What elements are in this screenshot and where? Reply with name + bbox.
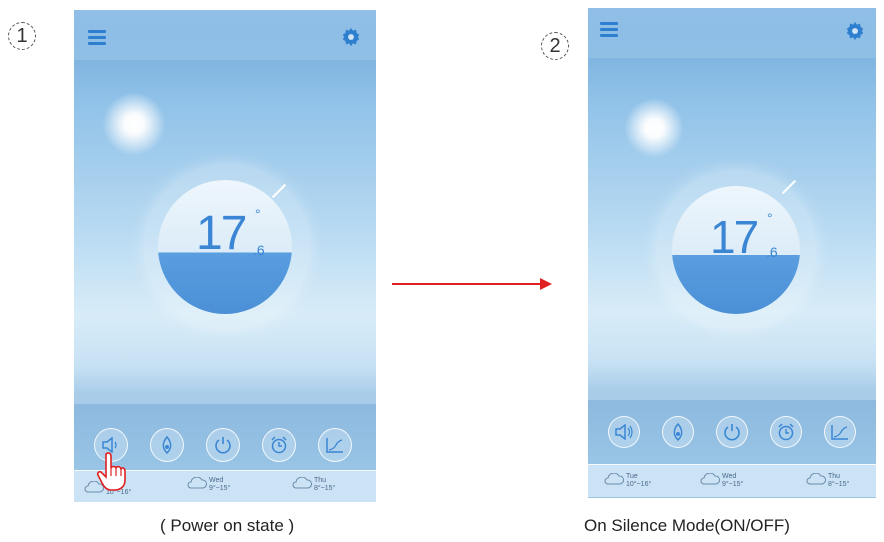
timer-button[interactable] [262, 428, 296, 462]
sun-glow [102, 92, 166, 156]
temperature-value: 17 [710, 211, 759, 263]
silence-icon [102, 437, 117, 453]
alarm-clock-icon [271, 436, 287, 454]
temperature-decimal: .6 [766, 244, 778, 260]
step-number-2: 2 [541, 32, 569, 60]
transition-arrow [392, 283, 540, 285]
fan-button[interactable] [150, 428, 184, 462]
cloud-icon [806, 473, 826, 485]
forecast-wednesday: Wed 9°~15° [700, 473, 744, 489]
forecast-wednesday: Wed 9°~15° [187, 477, 231, 493]
arrow-head [540, 278, 552, 290]
phone-screen-power-on: 17 ° .6 Tue [74, 10, 376, 502]
cloud-icon [187, 477, 207, 489]
power-icon [215, 437, 231, 454]
temperature-decimal: .6 [253, 242, 265, 258]
cloud-icon [700, 473, 720, 485]
forecast-range: 10°~16° [626, 481, 652, 488]
forecast-day: Tue [626, 473, 638, 480]
temperature-degree: ° [767, 210, 773, 226]
caption-power-on: ( Power on state ) [160, 516, 295, 535]
forecast-day: Thu [314, 477, 327, 484]
gear-icon[interactable] [844, 20, 866, 42]
top-bar [588, 8, 876, 58]
cloud-icon [292, 477, 312, 489]
silence-icon [615, 424, 633, 440]
temperature-value: 17 [196, 207, 247, 260]
fan-icon [162, 436, 172, 454]
curve-button[interactable] [318, 428, 352, 462]
top-bar [74, 10, 376, 60]
power-icon [724, 424, 740, 441]
menu-icon[interactable] [88, 30, 106, 45]
power-button[interactable] [716, 416, 748, 448]
gear-icon[interactable] [340, 26, 362, 48]
weather-forecast: Tue 10°~16° Wed 9°~15° Thu 8°~15° [588, 464, 876, 497]
fan-button[interactable] [662, 416, 694, 448]
forecast-day: Wed [209, 477, 224, 484]
forecast-thursday: Thu 8°~15° [806, 473, 850, 489]
step-label: 1 [16, 24, 28, 47]
curve-button[interactable] [824, 416, 856, 448]
forecast-range: 9°~15° [209, 485, 231, 492]
fan-icon [673, 423, 683, 441]
forecast-range: 8°~15° [314, 485, 336, 492]
silence-button[interactable] [608, 416, 640, 448]
forecast-day: Wed [722, 473, 737, 480]
forecast-range: 9°~15° [722, 481, 744, 488]
menu-icon[interactable] [600, 22, 618, 37]
forecast-day: Thu [828, 473, 841, 480]
caption-silence-mode: On Silence Mode(ON/OFF) [584, 516, 790, 535]
cloud-icon [604, 473, 624, 485]
forecast-tuesday: Tue 10°~16° [604, 473, 652, 489]
curve-icon [326, 438, 343, 453]
alarm-clock-icon [778, 423, 794, 441]
phone-screen-silence-mode: 17 ° .6 Tue 10°~16° Wed 9°~15° Thu 8°~15… [588, 8, 876, 498]
curve-icon [831, 425, 848, 440]
step-label: 2 [549, 34, 561, 57]
power-button[interactable] [206, 428, 240, 462]
step-number-1: 1 [8, 22, 36, 50]
forecast-range: 8°~15° [828, 481, 850, 488]
forecast-thursday: Thu 8°~15° [292, 477, 336, 493]
temperature-degree: ° [255, 206, 261, 222]
sun-glow [624, 98, 684, 158]
pointing-hand-icon [96, 452, 126, 491]
timer-button[interactable] [770, 416, 802, 448]
